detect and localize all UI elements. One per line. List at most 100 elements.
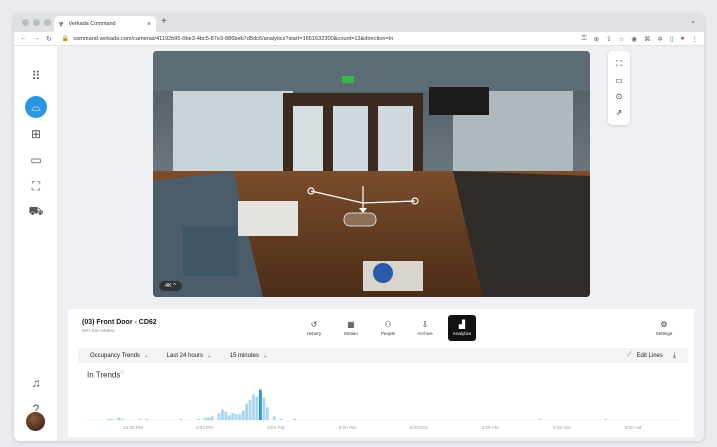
minimize-window-dot[interactable] — [33, 19, 40, 26]
analytics-chart-icon: ▟ — [458, 320, 466, 329]
archive-box-icon[interactable]: ▭ — [25, 149, 47, 171]
tab-history-label: History — [306, 331, 322, 336]
chart-bar[interactable] — [258, 389, 262, 420]
camera-info-panel: (03) Front Door - CD62 WH San Mateo ↺ Hi… — [68, 309, 694, 437]
tab-motion[interactable]: ▦ Motion — [337, 315, 365, 341]
people-icon: ⚇ — [384, 320, 392, 329]
forward-arrow-icon[interactable]: → — [33, 35, 40, 42]
chart-bar[interactable] — [255, 396, 259, 420]
chart-bar[interactable] — [107, 418, 110, 420]
analytics-filter-bar: Occupancy Trends ⌄ Last 24 hours ⌄ 15 mi… — [78, 348, 688, 363]
chart-bar[interactable] — [245, 403, 249, 420]
pencil-line-icon: ⟋ — [627, 352, 632, 358]
chart-bar[interactable] — [234, 414, 238, 420]
chart-bar[interactable] — [262, 397, 266, 420]
camera-site: WH San Mateo — [82, 329, 115, 334]
x-tick-label: 6:00 AM — [553, 425, 570, 430]
chart-bar[interactable] — [227, 415, 231, 420]
new-tab-button[interactable]: + — [161, 16, 167, 27]
camera-scene-image — [153, 51, 590, 297]
time-range-dropdown[interactable]: Last 24 hours ⌄ — [167, 353, 212, 359]
cameras-icon[interactable]: ⌓ — [25, 96, 47, 118]
browser-menu-icon[interactable]: ⋮ — [692, 35, 699, 43]
chart-bar[interactable] — [293, 418, 297, 420]
x-tick-label: 9:00 AM — [625, 425, 642, 430]
main-content: 4K ^ ⛶ ▭ ⊙ ⇗ (03) Front Door - CD62 WH S… — [58, 46, 704, 441]
camera-video-feed[interactable]: 4K ^ — [153, 51, 590, 297]
extension-icon[interactable]: ⌘ — [644, 35, 651, 43]
notifications-bell-icon[interactable]: ♫ — [25, 372, 47, 394]
chart-bar[interactable] — [224, 411, 228, 420]
info-icon[interactable]: ⓘ — [120, 370, 125, 376]
bookmark-star-icon[interactable]: ☆ — [619, 35, 625, 43]
chart-bar[interactable] — [217, 413, 221, 420]
app-sidebar: ⠿ ⌓ ⊞ ▭ ⛶ ⛟ ♫ ? — [14, 46, 58, 441]
trend-type-dropdown[interactable]: Occupancy Trends ⌄ — [90, 353, 149, 359]
reload-icon[interactable]: ↻ — [46, 35, 52, 43]
settings-button[interactable]: ⚙ Settings — [650, 315, 678, 341]
tab-history[interactable]: ↺ History — [300, 315, 328, 341]
chart-bar[interactable] — [145, 418, 148, 420]
vehicle-icon[interactable]: ⛟ — [25, 201, 47, 223]
chart-bar[interactable] — [220, 409, 224, 421]
chart-bar[interactable] — [272, 416, 276, 421]
access-control-icon[interactable]: ⊞ — [25, 123, 47, 145]
tab-archive[interactable]: ⇩ Archive — [411, 315, 439, 341]
tab-list-chevron-icon[interactable]: ⌄ — [690, 17, 696, 25]
video-controls: ⛶ ▭ ⊙ ⇗ — [608, 51, 630, 125]
extension-icon[interactable]: ◉ — [631, 35, 637, 43]
app-grid-icon[interactable]: ⠿ — [25, 65, 47, 87]
chart-bar[interactable] — [120, 418, 124, 420]
share-out-icon[interactable]: ⇗ — [616, 108, 623, 117]
history-icon: ↺ — [310, 320, 318, 329]
chart-bar[interactable] — [538, 418, 542, 420]
chart-bar[interactable] — [110, 418, 114, 420]
chart-bar[interactable] — [207, 417, 211, 420]
guest-scan-icon[interactable]: ⛶ — [25, 175, 47, 197]
lock-icon: 🔒 — [61, 36, 70, 42]
sidebar-toggle-icon[interactable]: ▯ — [670, 35, 674, 43]
chart-bar[interactable] — [117, 417, 121, 420]
profile-icon[interactable]: ● — [681, 35, 685, 43]
back-arrow-icon[interactable]: ← — [20, 35, 27, 42]
interval-dropdown[interactable]: 15 minutes ⌄ — [230, 353, 268, 359]
maximize-window-dot[interactable] — [44, 19, 51, 26]
user-avatar[interactable] — [26, 412, 45, 431]
chart-bar[interactable] — [604, 418, 608, 420]
time-range-value: Last 24 hours — [166, 352, 203, 359]
chart-bar[interactable] — [203, 417, 207, 420]
archive-download-icon: ⇩ — [421, 320, 429, 329]
chart-bar[interactable] — [265, 407, 269, 420]
key-icon[interactable]: ⚿ — [582, 35, 587, 43]
interval-value: 15 minutes — [229, 352, 259, 359]
tab-analytics[interactable]: ▟ Analytics — [448, 315, 476, 341]
download-icon[interactable]: ⤓ — [673, 352, 676, 360]
tab-people[interactable]: ⚇ People — [374, 315, 402, 341]
edit-lines-button[interactable]: ⟋ Edit Lines — [627, 352, 663, 359]
chevron-down-icon: ⌄ — [207, 352, 212, 359]
chart-bar[interactable] — [231, 413, 235, 420]
chart-bar[interactable] — [252, 394, 255, 420]
close-window-dot[interactable] — [22, 19, 29, 26]
chart-bar[interactable] — [196, 418, 200, 420]
browser-tab-bar: ⩔ Verkada Command × + ⌄ — [14, 13, 704, 32]
chart-bar[interactable] — [138, 418, 141, 420]
share-icon[interactable]: ⇪ — [606, 35, 611, 43]
chart-bar[interactable] — [238, 414, 242, 420]
window-icon[interactable]: ▭ — [615, 76, 623, 85]
puzzle-icon[interactable]: ✲ — [658, 35, 663, 43]
fullscreen-icon[interactable]: ⛶ — [616, 59, 622, 69]
tab-close-icon[interactable]: × — [147, 21, 151, 28]
url-field[interactable]: 🔒 command.verkada.com/cameras/41192b95-0… — [58, 34, 574, 44]
chart-bar[interactable] — [179, 418, 183, 420]
snapshot-camera-icon[interactable]: ⊙ — [616, 92, 623, 101]
x-tick-label: 9:00 PM — [339, 425, 356, 430]
chart-bar[interactable] — [241, 410, 245, 420]
chart-bar[interactable] — [248, 400, 252, 420]
quality-selector-badge[interactable]: 4K ^ — [159, 281, 182, 291]
chart-bar[interactable] — [279, 418, 283, 420]
chart-bar[interactable] — [210, 416, 214, 421]
browser-tab[interactable]: ⩔ Verkada Command × — [54, 16, 156, 32]
zoom-icon[interactable]: ⊕ — [594, 35, 599, 43]
url-text: command.verkada.com/cameras/41192b95-0be… — [73, 35, 394, 42]
